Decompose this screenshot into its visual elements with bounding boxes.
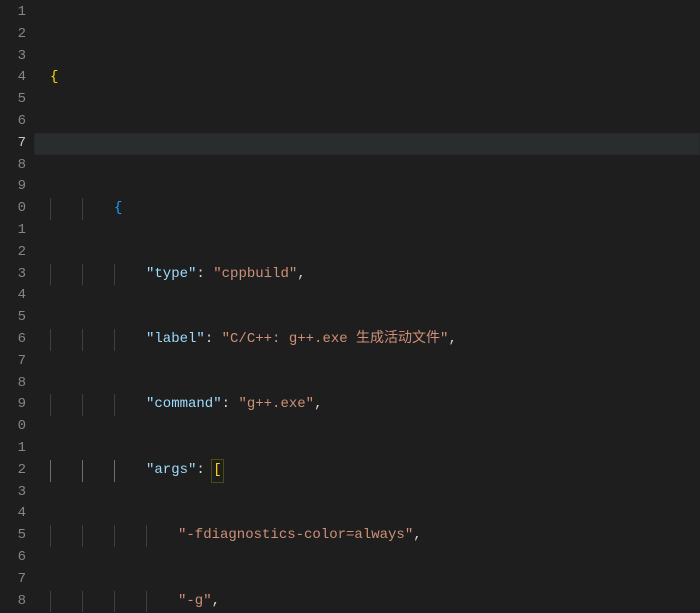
json-key: "args" [146, 460, 196, 482]
line-number-gutter: 1 2 3 4 5 6 7 8 9 0 1 2 3 4 5 6 7 8 9 0 … [0, 0, 34, 613]
line-number: 5 [0, 525, 26, 547]
line-number: 0 [0, 198, 26, 220]
active-line-highlight [34, 133, 700, 155]
code-content[interactable]: { "tasks": [ { "type": "cppbuild", "labe… [34, 0, 700, 613]
json-string: "cppbuild" [213, 264, 297, 286]
line-number: 8 [0, 373, 26, 395]
line-number: 4 [0, 285, 26, 307]
line-number: 6 [0, 547, 26, 569]
line-number: 4 [0, 67, 26, 89]
code-editor[interactable]: 1 2 3 4 5 6 7 8 9 0 1 2 3 4 5 6 7 8 9 0 … [0, 0, 700, 613]
line-number: 8 [0, 155, 26, 177]
line-number: 5 [0, 307, 26, 329]
line-number: 8 [0, 591, 26, 613]
line-number: 7 [0, 133, 26, 155]
line-number: 7 [0, 569, 26, 591]
line-number: 3 [0, 482, 26, 504]
line-number: 1 [0, 220, 26, 242]
json-key: "command" [146, 394, 222, 416]
line-number: 3 [0, 264, 26, 286]
line-number: 1 [0, 438, 26, 460]
line-number: 7 [0, 351, 26, 373]
json-string: "g++.exe" [238, 394, 314, 416]
json-string: "-fdiagnostics-color=always" [178, 525, 413, 547]
line-number: 2 [0, 460, 26, 482]
json-string: "C/C++: g++.exe 生成活动文件" [222, 329, 449, 351]
line-number: 1 [0, 2, 26, 24]
line-number: 2 [0, 24, 26, 46]
line-number: 2 [0, 242, 26, 264]
json-string: "-g" [178, 591, 212, 613]
line-number: 5 [0, 89, 26, 111]
line-number: 0 [0, 416, 26, 438]
line-number: 4 [0, 503, 26, 525]
line-number: 9 [0, 394, 26, 416]
line-number: 6 [0, 329, 26, 351]
json-key: "label" [146, 329, 205, 351]
line-number: 9 [0, 176, 26, 198]
line-number: 3 [0, 46, 26, 68]
line-number: 6 [0, 111, 26, 133]
json-key: "type" [146, 264, 196, 286]
